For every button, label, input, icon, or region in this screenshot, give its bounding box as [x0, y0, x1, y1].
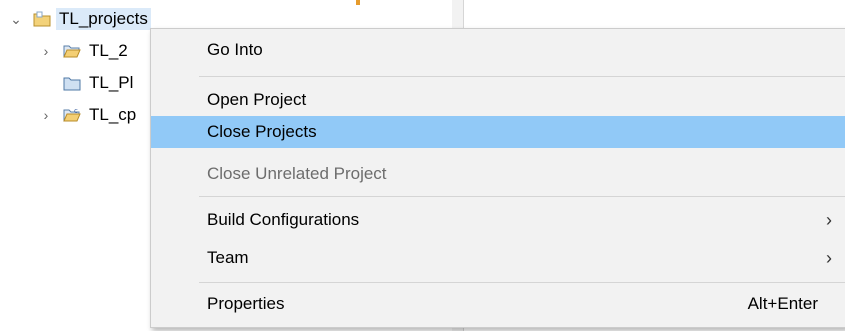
tree-item-label[interactable]: TL_projects: [56, 8, 151, 30]
working-set-folder-icon: [32, 10, 52, 28]
menu-item-open-project[interactable]: Open Project: [151, 84, 845, 116]
chevron-right-icon[interactable]: ›: [38, 107, 54, 123]
submenu-arrow-icon: ›: [826, 209, 832, 230]
tree-item-root[interactable]: ⌄ TL_projects: [8, 6, 151, 32]
closed-project-folder-icon: [62, 74, 82, 92]
open-project-folder-icon: [62, 42, 82, 60]
menu-item-label: Go Into: [207, 40, 263, 59]
menu-item-build-configurations[interactable]: Build Configurations ›: [151, 204, 845, 236]
c-project-folder-icon: c: [62, 106, 82, 124]
chevron-down-icon[interactable]: ⌄: [8, 11, 24, 28]
menu-item-close-unrelated-project: Close Unrelated Project: [151, 158, 845, 190]
tree-item-project[interactable]: › TL_2: [38, 38, 131, 64]
tree-item-label[interactable]: TL_cp: [86, 104, 139, 126]
menu-item-team[interactable]: Team ›: [151, 242, 845, 274]
menu-item-label: Build Configurations: [207, 210, 360, 229]
menu-item-label: Close Unrelated Project: [207, 164, 387, 183]
menu-item-shortcut: Alt+Enter: [747, 294, 818, 313]
menu-item-label: Team: [207, 248, 249, 267]
chevron-right-icon[interactable]: ›: [38, 43, 54, 59]
menu-separator: [199, 282, 845, 283]
tree-item-project[interactable]: TL_Pl: [38, 70, 136, 96]
tree-item-project[interactable]: › c TL_cp: [38, 102, 139, 128]
menu-separator: [199, 196, 845, 197]
menu-item-close-projects[interactable]: Close Projects: [151, 116, 845, 148]
menu-item-label: Open Project: [207, 90, 307, 109]
menu-separator: [199, 76, 845, 77]
svg-text:c: c: [74, 107, 78, 115]
submenu-arrow-icon: ›: [826, 247, 832, 268]
menu-item-properties[interactable]: Properties Alt+Enter: [151, 288, 845, 320]
context-menu: Go Into Open Project Close Projects Clos…: [150, 28, 845, 328]
menu-item-go-into[interactable]: Go Into: [151, 34, 845, 66]
tree-item-label[interactable]: TL_Pl: [86, 72, 136, 94]
tree-item-label[interactable]: TL_2: [86, 40, 131, 62]
menu-item-label: Properties: [207, 294, 285, 313]
menu-item-label: Close Projects: [207, 122, 317, 141]
